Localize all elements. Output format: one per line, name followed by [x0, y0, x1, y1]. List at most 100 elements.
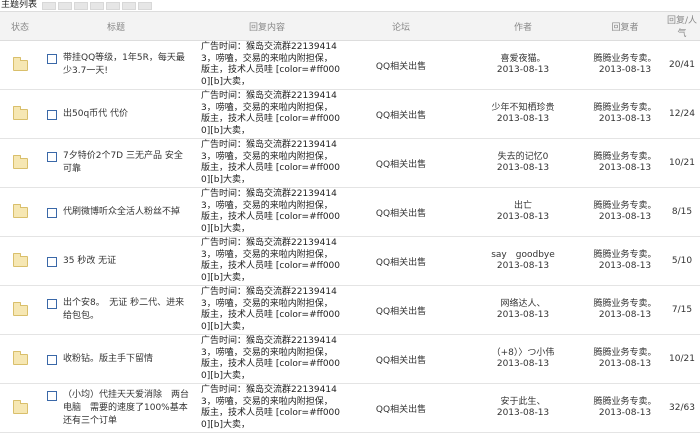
status-cell [0, 187, 40, 237]
reply-date: 2013-08-13 [598, 310, 652, 320]
table-row[interactable]: 出个安8。 无证 秒二代、进来给包包。 广告时间：猴岛交流群221394143，… [0, 285, 700, 335]
forum-link[interactable]: QQ相关出售 [376, 111, 426, 121]
author-link[interactable]: （+8）〉つ小伟 [461, 348, 585, 359]
reply-content: 广告时间：猴岛交流群221394143，唠嗑，交易的来啦内附担保，版主，技术人员… [201, 385, 340, 430]
reply-content: 广告时间：猴岛交流群221394143，唠嗑，交易的来啦内附担保，版主，技术人员… [201, 336, 340, 381]
author-link[interactable]: 出亡 [461, 201, 585, 212]
status-cell [0, 138, 40, 188]
topic-title-link[interactable]: 收粉钻。版主手下留情 [63, 353, 153, 366]
author-link[interactable]: 失去的记忆0 [461, 152, 585, 163]
folder-icon [12, 56, 28, 71]
replier-link[interactable]: 腾腾业务专卖。 [587, 103, 663, 114]
title-cell: 带挂QQ等级，1年5R，每天最少3.7一天! [40, 40, 192, 90]
status-cell [0, 89, 40, 139]
author-cell: （+8）〉つ小伟 2013-08-13 [460, 334, 586, 384]
replies-views-count: 7/15 [664, 285, 700, 335]
topic-title-link[interactable]: 出50q币代 代价 [63, 108, 128, 121]
author-cell: 安于此生、 2013-08-13 [460, 383, 586, 433]
replier-link[interactable]: 腾腾业务专卖。 [587, 201, 663, 212]
select-checkbox[interactable] [47, 390, 57, 401]
replier-link[interactable]: 腾腾业务专卖。 [587, 54, 663, 65]
table-header-row: 状态 标题 回复内容 论坛 作者 回复者 回复/人气 [0, 11, 700, 41]
select-checkbox[interactable] [47, 109, 57, 120]
author-link[interactable]: 安于此生、 [461, 397, 585, 408]
forum-link[interactable]: QQ相关出售 [376, 62, 426, 72]
post-date: 2013-08-13 [496, 65, 550, 75]
forum-link[interactable]: QQ相关出售 [376, 160, 426, 170]
column-header-status: 状态 [0, 11, 40, 41]
replier-link[interactable]: 腾腾业务专卖。 [587, 152, 663, 163]
content-cell: 广告时间：猴岛交流群221394143，唠嗑，交易的来啦内附担保，版主，技术人员… [192, 236, 342, 286]
replier-link[interactable]: 腾腾业务专卖。 [587, 397, 663, 408]
page-title: 主题列表 [1, 0, 38, 10]
table-row[interactable]: 带挂QQ等级，1年5R，每天最少3.7一天! 广告时间：猴岛交流群2213941… [0, 40, 700, 90]
content-cell: 广告时间：猴岛交流群221394143，唠嗑，交易的来啦内附担保，版主，技术人员… [192, 138, 342, 188]
replier-link[interactable]: 腾腾业务专卖。 [587, 250, 663, 261]
topic-title-link[interactable]: 代刷微博听众全活人粉丝不掉 [63, 206, 180, 219]
content-cell: 广告时间：猴岛交流群221394143，唠嗑，交易的来啦内附担保，版主，技术人员… [192, 187, 342, 237]
select-checkbox[interactable] [47, 152, 57, 162]
forum-link[interactable]: QQ相关出售 [376, 356, 426, 366]
forum-cell: QQ相关出售 [342, 40, 460, 90]
content-cell: 广告时间：猴岛交流群221394143，唠嗑，交易的来啦内附担保，版主，技术人员… [192, 40, 342, 90]
replier-link[interactable]: 腾腾业务专卖。 [587, 299, 663, 310]
reply-content: 广告时间：猴岛交流群221394143，唠嗑，交易的来啦内附担保，版主，技术人员… [201, 91, 340, 136]
select-checkbox[interactable] [47, 207, 57, 218]
reply-content: 广告时间：猴岛交流群221394143，唠嗑，交易的来啦内附担保，版主，技术人员… [201, 42, 340, 87]
author-link[interactable]: say goodbye [461, 250, 585, 261]
select-checkbox[interactable] [47, 354, 57, 365]
post-date: 2013-08-13 [496, 212, 550, 222]
select-checkbox[interactable] [47, 54, 57, 64]
content-cell: 广告时间：猴岛交流群221394143，唠嗑，交易的来啦内附担保，版主，技术人员… [192, 383, 342, 433]
replier-link[interactable]: 腾腾业务专卖。 [587, 348, 663, 359]
forum-cell: QQ相关出售 [342, 383, 460, 433]
table-row[interactable]: （小均）代挂天天爱消除 两台电脑 需要的速度了100%基本 还有三个订单 广告时… [0, 383, 700, 433]
reply-date: 2013-08-13 [598, 65, 652, 75]
table-row[interactable]: 35 秒改 无证 广告时间：猴岛交流群221394143，唠嗑，交易的来啦内附担… [0, 236, 700, 286]
status-cell [0, 334, 40, 384]
author-link[interactable]: 少年不知栖珍贵 [461, 103, 585, 114]
reply-date: 2013-08-13 [598, 408, 652, 418]
forum-cell: QQ相关出售 [342, 138, 460, 188]
forum-link[interactable]: QQ相关出售 [376, 307, 426, 317]
reply-date: 2013-08-13 [598, 359, 652, 369]
reply-content: 广告时间：猴岛交流群221394143，唠嗑，交易的来啦内附担保，版主，技术人员… [201, 287, 340, 332]
table-row[interactable]: 收粉钻。版主手下留情 广告时间：猴岛交流群221394143，唠嗑，交易的来啦内… [0, 334, 700, 384]
status-cell [0, 40, 40, 90]
replier-cell: 腾腾业务专卖。 2013-08-13 [586, 236, 664, 286]
reply-date: 2013-08-13 [598, 261, 652, 271]
forum-link[interactable]: QQ相关出售 [376, 405, 426, 415]
author-cell: 网络达人、 2013-08-13 [460, 285, 586, 335]
forum-cell: QQ相关出售 [342, 236, 460, 286]
topic-title-link[interactable]: 带挂QQ等级，1年5R，每天最少3.7一天! [63, 52, 191, 78]
post-date: 2013-08-13 [496, 261, 550, 271]
table-row[interactable]: 出50q币代 代价 广告时间：猴岛交流群221394143，唠嗑，交易的来啦内附… [0, 89, 700, 139]
topic-title-link[interactable]: 出个安8。 无证 秒二代、进来给包包。 [63, 297, 191, 323]
author-cell: 喜爱夜猫。 2013-08-13 [460, 40, 586, 90]
author-link[interactable]: 喜爱夜猫。 [461, 54, 585, 65]
post-date: 2013-08-13 [496, 408, 550, 418]
forum-cell: QQ相关出售 [342, 89, 460, 139]
topic-title-link[interactable]: 7夕特价2个7D 三无产品 安全可靠 [63, 150, 191, 176]
post-date: 2013-08-13 [496, 163, 550, 173]
folder-icon [12, 252, 28, 267]
topic-title-link[interactable]: （小均）代挂天天爱消除 两台电脑 需要的速度了100%基本 还有三个订单 [63, 389, 191, 428]
table-row[interactable]: 7夕特价2个7D 三无产品 安全可靠 广告时间：猴岛交流群221394143，唠… [0, 138, 700, 188]
header-tabs [42, 2, 154, 10]
folder-icon [12, 399, 28, 414]
table-row[interactable]: 代刷微博听众全活人粉丝不掉 广告时间：猴岛交流群221394143，唠嗑，交易的… [0, 187, 700, 237]
replies-views-count: 20/41 [664, 40, 700, 90]
topic-table: 状态 标题 回复内容 论坛 作者 回复者 回复/人气 带挂QQ等级，1年5R，每… [0, 11, 700, 433]
replier-cell: 腾腾业务专卖。 2013-08-13 [586, 285, 664, 335]
reply-content: 广告时间：猴岛交流群221394143，唠嗑，交易的来啦内附担保，版主，技术人员… [201, 189, 340, 234]
topic-title-link[interactable]: 35 秒改 无证 [63, 255, 116, 268]
replier-cell: 腾腾业务专卖。 2013-08-13 [586, 89, 664, 139]
replies-views-count: 12/24 [664, 89, 700, 139]
select-checkbox[interactable] [47, 256, 57, 267]
select-checkbox[interactable] [47, 299, 57, 309]
forum-link[interactable]: QQ相关出售 [376, 209, 426, 219]
column-header-replies-views: 回复/人气 [664, 11, 700, 41]
author-link[interactable]: 网络达人、 [461, 299, 585, 310]
forum-link[interactable]: QQ相关出售 [376, 258, 426, 268]
title-cell: 出50q币代 代价 [40, 89, 192, 139]
